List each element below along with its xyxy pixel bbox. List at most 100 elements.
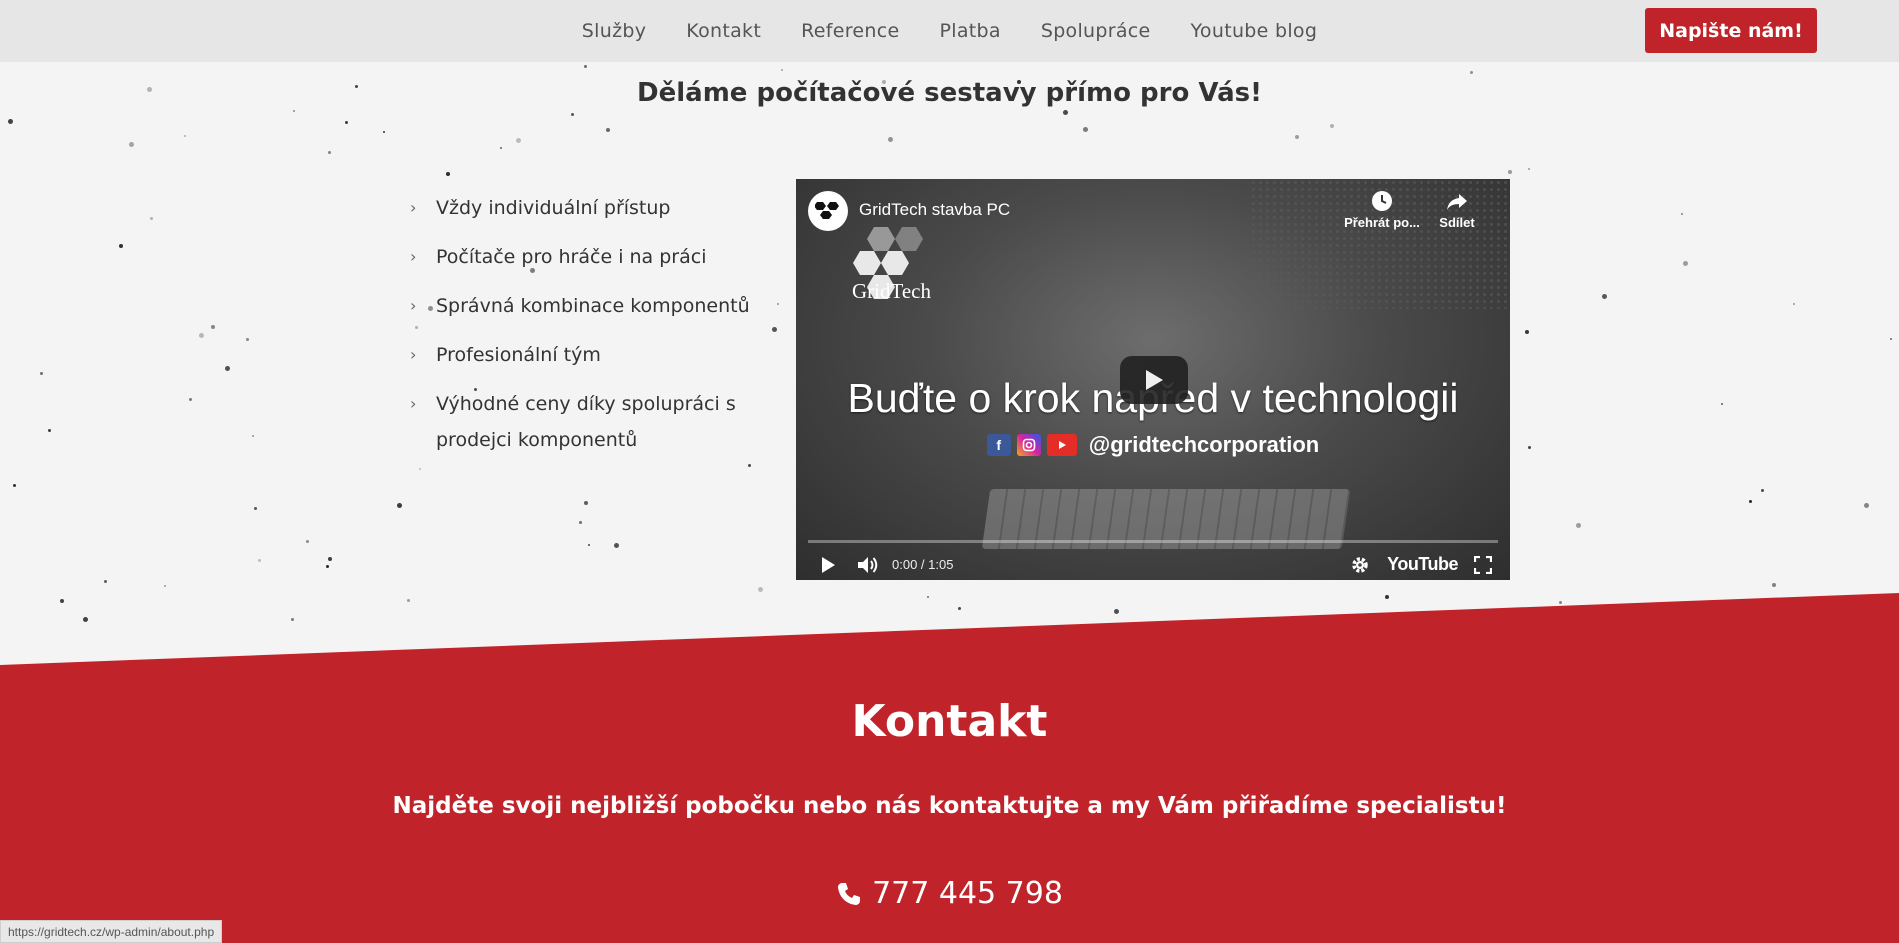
list-item: › Počítače pro hráče i na práci xyxy=(410,239,755,275)
nav-item-sluzby[interactable]: Služby xyxy=(582,20,646,42)
phone-icon xyxy=(838,882,861,905)
youtube-icon xyxy=(1046,434,1077,456)
star-dot xyxy=(59,599,64,604)
watch-later-button[interactable]: Přehrát po... xyxy=(1342,189,1422,230)
star-dot xyxy=(292,109,295,112)
youtube-video-embed[interactable]: GridTech stavba PC GridTech Přehrát po..… xyxy=(796,179,1510,580)
star-dot xyxy=(1525,330,1530,335)
volume-button[interactable] xyxy=(856,555,880,575)
star-dot xyxy=(129,141,135,147)
chevron-right-icon: › xyxy=(410,394,417,413)
star-dot xyxy=(1601,293,1607,299)
video-progress-bar[interactable] xyxy=(808,540,1498,543)
star-dot xyxy=(1528,445,1532,449)
settings-button[interactable] xyxy=(1351,556,1369,574)
star-dot xyxy=(1749,500,1753,504)
nav-item-kontakt[interactable]: Kontakt xyxy=(686,20,761,42)
star-dot xyxy=(1575,522,1581,528)
star-dot xyxy=(1469,71,1473,75)
social-handle: @gridtechcorporation xyxy=(1088,432,1320,457)
list-item: › Vždy individuální přístup xyxy=(410,190,755,226)
star-dot xyxy=(499,146,502,149)
star-dot xyxy=(252,435,255,438)
star-dot xyxy=(1113,608,1119,614)
star-dot xyxy=(47,429,51,433)
star-dot xyxy=(1682,261,1688,267)
clock-icon xyxy=(1372,191,1392,211)
video-social-row: f @gridtechcorporation xyxy=(796,432,1510,458)
star-dot xyxy=(1508,620,1513,625)
play-icon xyxy=(1146,370,1163,390)
star-dot xyxy=(1062,109,1068,115)
page-tagline: Děláme počítačové sestavy přímo pro Vás! xyxy=(637,78,1262,108)
star-dot xyxy=(776,302,779,305)
star-dot xyxy=(1385,594,1390,599)
star-dot xyxy=(258,558,261,562)
share-label: Sdílet xyxy=(1439,215,1475,230)
youtube-logo-button[interactable]: YouTube xyxy=(1387,554,1458,575)
star-dot xyxy=(225,366,231,372)
volume-icon xyxy=(858,556,878,573)
share-icon xyxy=(1447,194,1467,210)
contact-title: Kontakt xyxy=(851,696,1048,747)
chevron-right-icon: › xyxy=(410,247,417,266)
star-dot xyxy=(606,127,611,132)
feature-text: Vždy individuální přístup xyxy=(436,197,671,219)
list-item: › Výhodné ceny díky spolupráci s prodejci… xyxy=(410,386,755,458)
star-dot xyxy=(344,121,348,125)
star-dot xyxy=(445,172,450,177)
star-dot xyxy=(198,333,204,339)
star-dot xyxy=(253,506,257,510)
star-dot xyxy=(1082,126,1088,132)
play-button[interactable] xyxy=(820,556,836,574)
star-dot xyxy=(118,244,123,249)
nav-item-reference[interactable]: Reference xyxy=(801,20,899,42)
star-dot xyxy=(327,556,332,561)
star-dot xyxy=(1329,124,1334,129)
phone-link[interactable]: 777 445 798 xyxy=(0,876,1899,911)
star-dot xyxy=(150,217,154,221)
star-dot xyxy=(13,483,17,487)
big-play-button[interactable] xyxy=(1120,356,1188,404)
star-dot xyxy=(757,586,763,592)
phone-number: 777 445 798 xyxy=(872,876,1063,911)
star-dot xyxy=(583,65,587,69)
video-controls: 0:00 / 1:05 YouTube xyxy=(796,549,1510,580)
star-dot xyxy=(325,564,329,568)
star-dot xyxy=(1792,303,1795,306)
nav-item-spoluprace[interactable]: Spolupráce xyxy=(1041,20,1151,42)
star-dot xyxy=(772,326,778,332)
watch-later-label: Přehrát po... xyxy=(1344,215,1420,230)
star-dot xyxy=(39,372,43,376)
star-dot xyxy=(1201,619,1206,624)
facebook-icon: f xyxy=(986,434,1011,456)
star-dot xyxy=(1771,583,1776,588)
browser-status-bar: https://gridtech.cz/wp-admin/about.php xyxy=(0,920,223,943)
star-dot xyxy=(1582,612,1587,617)
star-dot xyxy=(515,138,521,144)
play-icon xyxy=(822,556,835,573)
star-dot xyxy=(1559,601,1563,605)
feature-text: Správná kombinace komponentů xyxy=(436,295,750,317)
share-button[interactable]: Sdílet xyxy=(1432,189,1482,230)
star-dot xyxy=(1863,503,1869,509)
star-dot xyxy=(781,69,784,72)
contact-subtitle: Najděte svoji nejbližší pobočku nebo nás… xyxy=(392,793,1507,819)
star-dot xyxy=(583,500,588,505)
star-dot xyxy=(958,606,962,610)
star-dot xyxy=(406,599,410,603)
star-dot xyxy=(579,520,583,524)
star-dot xyxy=(1890,337,1893,340)
fullscreen-button[interactable] xyxy=(1474,555,1492,574)
list-item: › Profesionální tým xyxy=(410,337,755,373)
write-us-button[interactable]: Napište nám! xyxy=(1645,8,1817,53)
star-dot xyxy=(1681,213,1684,216)
nav-item-youtube-blog[interactable]: Youtube blog xyxy=(1191,20,1318,42)
star-dot xyxy=(396,503,402,509)
nav-item-platba[interactable]: Platba xyxy=(939,20,1000,42)
gridtech-logo-icon xyxy=(853,227,923,299)
star-dot xyxy=(613,542,619,548)
star-dot xyxy=(570,113,574,117)
star-dot xyxy=(211,325,216,330)
star-dot xyxy=(183,135,186,138)
